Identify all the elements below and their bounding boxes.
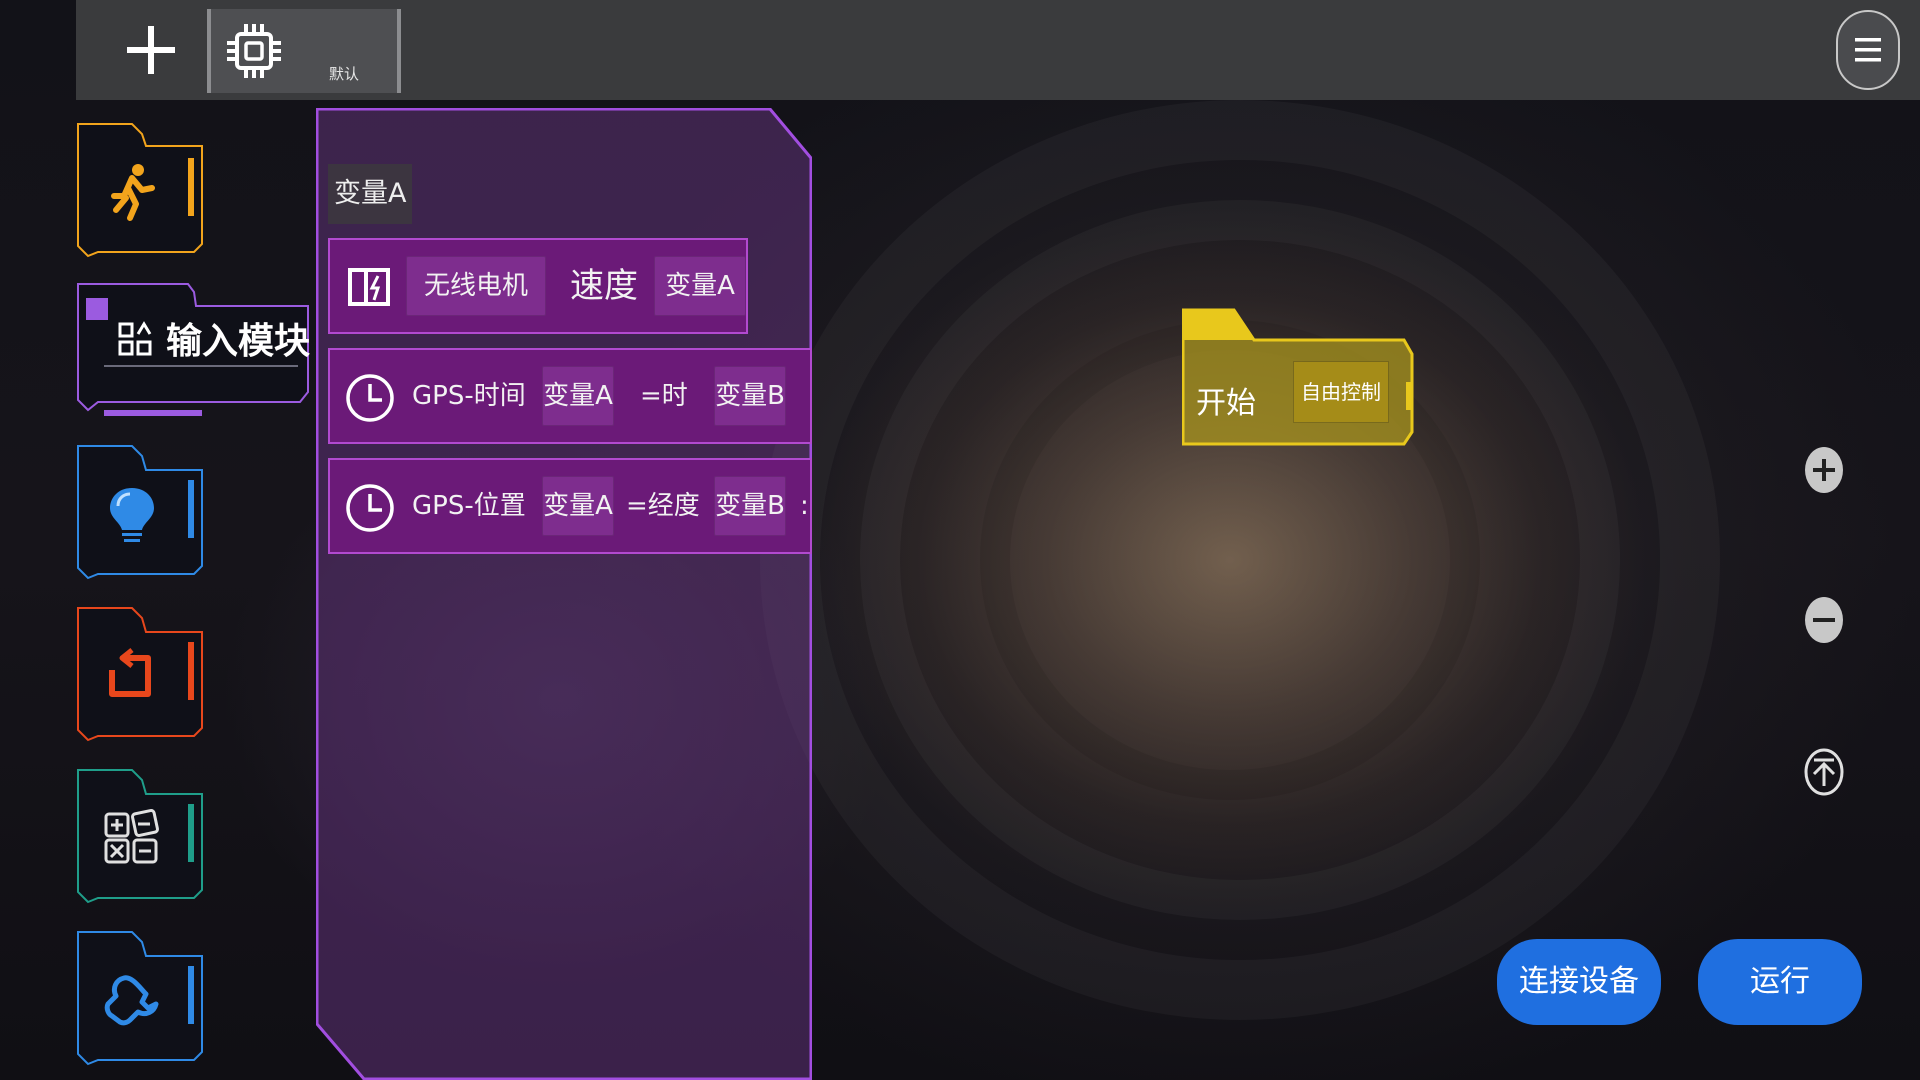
category-control[interactable]: [76, 606, 206, 742]
hamburger-menu-icon: [1855, 38, 1881, 62]
menu-button[interactable]: [1836, 10, 1900, 90]
block-variable[interactable]: 变量B: [714, 366, 786, 426]
zoom-in-icon: [1805, 447, 1843, 493]
block-variable[interactable]: 变量A: [542, 366, 614, 426]
plus-icon: [127, 26, 175, 74]
variable-chip[interactable]: 变量A: [328, 164, 413, 224]
start-block[interactable]: 开始 自由控制: [1182, 308, 1414, 448]
chip-icon: [227, 24, 281, 78]
block-text: 速度: [570, 266, 638, 306]
category-accent-bar: [188, 480, 194, 538]
category-tools[interactable]: [76, 930, 206, 1066]
block-text: GPS-位置: [412, 491, 526, 521]
zoom-out-icon: [1805, 597, 1843, 643]
zoom-in-button[interactable]: [1804, 446, 1844, 494]
scroll-top-button[interactable]: [1804, 748, 1844, 796]
block-param[interactable]: 无线电机: [406, 256, 546, 316]
category-input-label: 输入模块: [166, 321, 311, 362]
top-toolbar: 默认: [76, 0, 1920, 100]
add-button[interactable]: [116, 15, 186, 85]
motor-speed-block[interactable]: 无线电机 速度 变量A: [328, 238, 748, 334]
start-mode-dropdown[interactable]: 自由控制: [1294, 362, 1388, 422]
category-accent-bar: [188, 642, 194, 700]
category-accent-bar: [188, 804, 194, 862]
category-math[interactable]: [76, 768, 206, 904]
block-variable[interactable]: 变量A: [542, 476, 614, 536]
gps-position-block[interactable]: GPS-位置 变量A =经度 变量B :: [328, 458, 812, 554]
category-accent-bar: [188, 158, 194, 216]
block-variable[interactable]: 变量A: [654, 256, 746, 316]
block-palette[interactable]: 变量A 无线电机 速度 变量A GPS-时间 变量A =时 变量B GPS-位置…: [316, 108, 812, 1080]
category-selected-underline: [104, 410, 202, 416]
connect-device-button[interactable]: 连接设备: [1497, 939, 1661, 1025]
running-person-icon: [111, 164, 155, 221]
run-button[interactable]: 运行: [1698, 939, 1862, 1025]
block-text: =经度: [626, 491, 700, 521]
start-block-label: 开始: [1196, 386, 1256, 421]
clock-icon: [346, 484, 394, 532]
bulb-icon: [110, 488, 154, 542]
calculator-icon: [104, 809, 159, 864]
wrench-icon: [104, 975, 159, 1026]
category-accent-bar: [188, 966, 194, 1024]
category-motion[interactable]: [76, 122, 206, 258]
category-input[interactable]: 输入模块: [76, 282, 310, 418]
device-tab[interactable]: 默认: [207, 9, 401, 93]
scroll-top-icon: [1804, 748, 1844, 796]
block-text: =时: [640, 381, 688, 411]
workspace-canvas[interactable]: [0, 0, 1920, 1080]
category-marker: [86, 298, 108, 320]
motor-icon: [348, 268, 390, 306]
zoom-out-button[interactable]: [1804, 596, 1844, 644]
category-light[interactable]: [76, 444, 206, 580]
block-variable[interactable]: 变量B: [714, 476, 786, 536]
clock-icon: [346, 374, 394, 422]
loop-icon: [109, 648, 151, 697]
device-tab-label: 默认: [329, 65, 360, 83]
gps-time-block[interactable]: GPS-时间 变量A =时 变量B: [328, 348, 812, 444]
block-text: :: [800, 491, 809, 521]
block-text: GPS-时间: [412, 381, 526, 411]
input-module-icon: [118, 321, 152, 356]
